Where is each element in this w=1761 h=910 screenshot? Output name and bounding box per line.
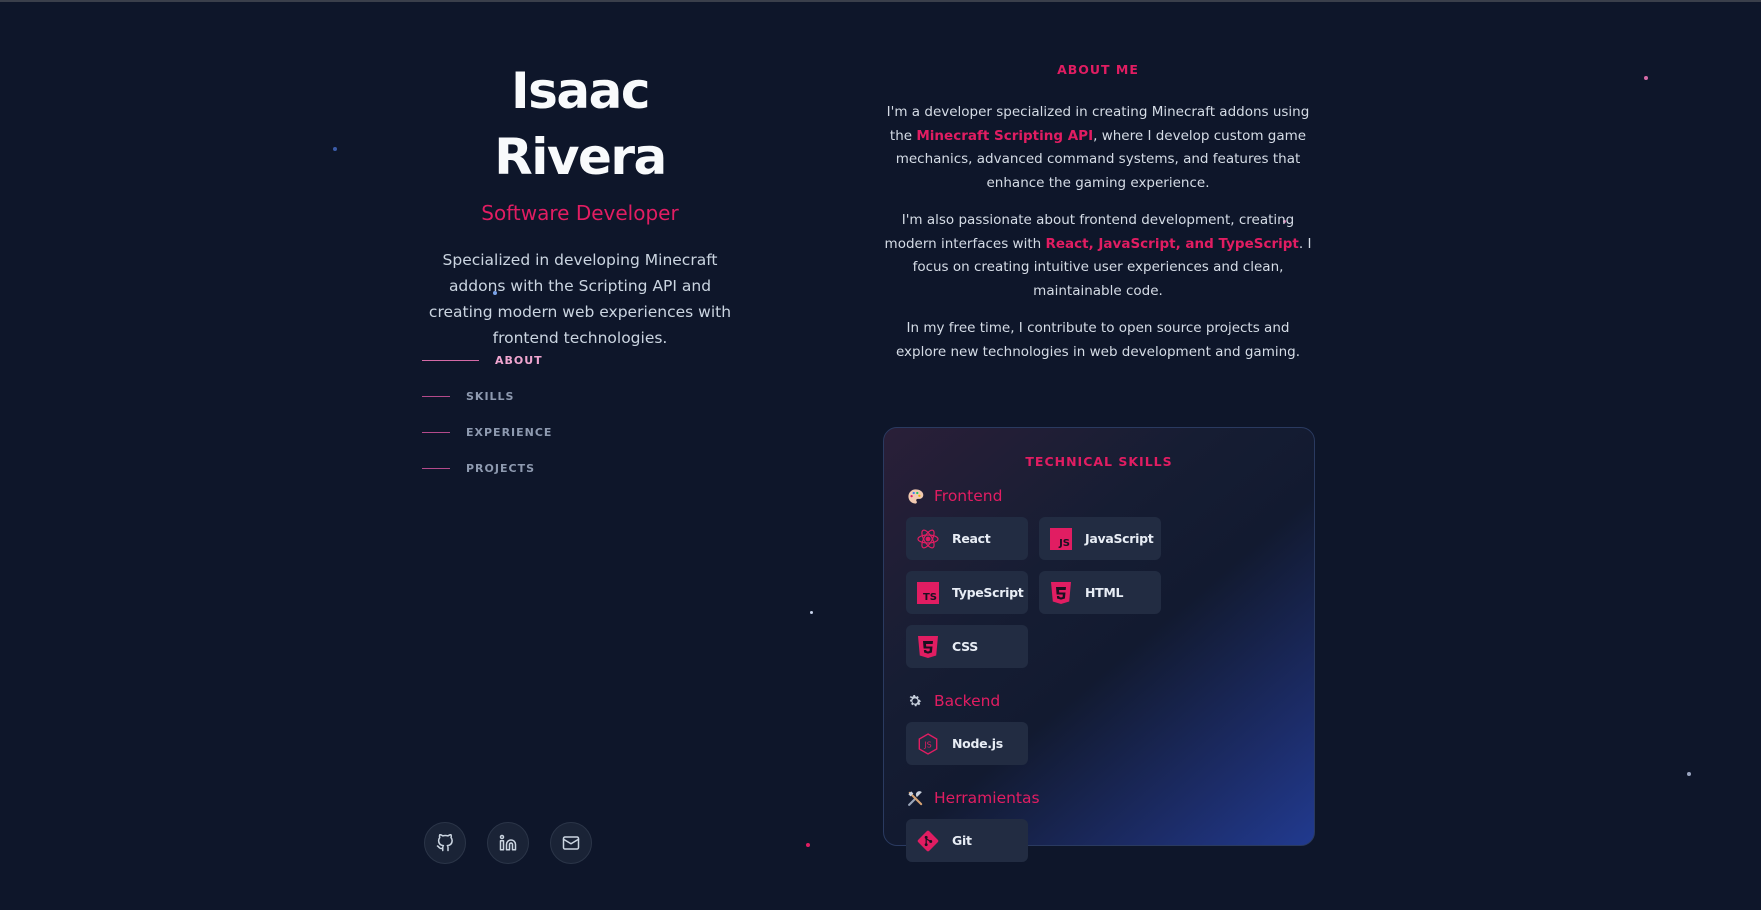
linkedin-link[interactable] <box>487 822 529 864</box>
nav-item-label: ABOUT <box>495 353 543 367</box>
skill-chip-list: JS Node.js <box>906 722 1292 765</box>
nav-item-label: EXPERIENCE <box>466 425 553 439</box>
decor-dot <box>806 843 810 847</box>
react-icon <box>916 527 940 551</box>
profile-intro: Specialized in developing Minecraft addo… <box>428 251 732 347</box>
skill-category-backend: Backend <box>906 692 1292 710</box>
decor-dot <box>1687 772 1691 776</box>
css3-icon <box>916 635 940 659</box>
nav-indicator-line <box>422 359 479 361</box>
nav-item-skills[interactable]: SKILLS <box>422 378 552 414</box>
skill-category-title: Frontend <box>934 487 1003 505</box>
skill-chip-html[interactable]: HTML <box>1039 571 1161 614</box>
email-link[interactable] <box>550 822 592 864</box>
social-links <box>424 822 592 864</box>
decor-dot <box>1644 76 1648 80</box>
hero: Isaac Rivera Software Developer Speciali… <box>422 58 738 351</box>
skill-category-tools: Herramientas <box>906 789 1292 807</box>
about-section: ABOUT ME I'm a developer specialized in … <box>880 62 1316 364</box>
skill-chip-label: Git <box>952 833 972 848</box>
javascript-icon: JS <box>1049 527 1073 551</box>
html5-icon <box>1049 581 1073 605</box>
gear-icon <box>906 692 924 710</box>
linkedin-icon <box>499 834 517 851</box>
skill-chip-list: Git <box>906 819 1292 862</box>
tools-icon <box>906 789 924 807</box>
profile-name: Isaac Rivera <box>494 62 667 186</box>
nav-indicator-line <box>422 467 450 469</box>
nav-item-experience[interactable]: EXPERIENCE <box>422 414 552 450</box>
skill-chip-label: Node.js <box>952 736 1003 751</box>
decor-dot <box>810 611 813 614</box>
profile-role: Software Developer <box>481 201 679 225</box>
nodejs-icon: JS <box>916 732 940 756</box>
nav-indicator-line <box>422 395 450 397</box>
nav-item-label: SKILLS <box>466 389 515 403</box>
nav-item-projects[interactable]: PROJECTS <box>422 450 552 486</box>
github-icon <box>436 834 453 852</box>
skills-card: TECHNICAL SKILLS Frontend React JS JavaS… <box>883 427 1315 862</box>
skill-category-frontend: Frontend <box>906 487 1292 505</box>
about-paragraph-1: I'm a developer specialized in creating … <box>880 101 1316 195</box>
skill-chip-typescript[interactable]: TS TypeScript <box>906 571 1028 614</box>
nav-indicator-line <box>422 431 450 433</box>
skill-chip-git[interactable]: Git <box>906 819 1028 862</box>
section-nav: ABOUT SKILLS EXPERIENCE PROJECTS <box>422 342 552 486</box>
github-link[interactable] <box>424 822 466 864</box>
skill-category-title: Herramientas <box>934 789 1040 807</box>
about-paragraph-2: I'm also passionate about frontend devel… <box>880 209 1316 303</box>
nav-item-about[interactable]: ABOUT <box>422 342 552 378</box>
about-highlight: Minecraft Scripting API <box>916 127 1094 144</box>
palette-icon <box>906 487 924 505</box>
skill-category-title: Backend <box>934 692 1001 710</box>
typescript-icon: TS <box>916 581 940 605</box>
skill-chip-label: HTML <box>1085 585 1124 600</box>
skill-chip-label: JavaScript <box>1085 531 1154 546</box>
skill-chip-label: TypeScript <box>952 585 1024 600</box>
about-heading: ABOUT ME <box>1057 62 1139 77</box>
skill-chip-label: CSS <box>952 639 978 654</box>
skill-chip-react[interactable]: React <box>906 517 1028 560</box>
decor-dot <box>333 147 337 151</box>
about-paragraph-3: In my free time, I contribute to open so… <box>895 320 1301 360</box>
svg-text:JS: JS <box>923 740 931 749</box>
nav-item-label: PROJECTS <box>466 461 535 475</box>
skills-heading: TECHNICAL SKILLS <box>1025 454 1173 469</box>
mail-icon <box>562 836 580 850</box>
skill-chip-nodejs[interactable]: JS Node.js <box>906 722 1028 765</box>
skill-chip-label: React <box>952 531 991 546</box>
about-highlight: React, JavaScript, and TypeScript <box>1045 235 1299 252</box>
git-icon <box>916 829 940 853</box>
skill-chip-css[interactable]: CSS <box>906 625 1028 668</box>
skill-chip-list: React JS JavaScript TS TypeScript HTML C… <box>906 517 1292 668</box>
skill-chip-javascript[interactable]: JS JavaScript <box>1039 517 1161 560</box>
